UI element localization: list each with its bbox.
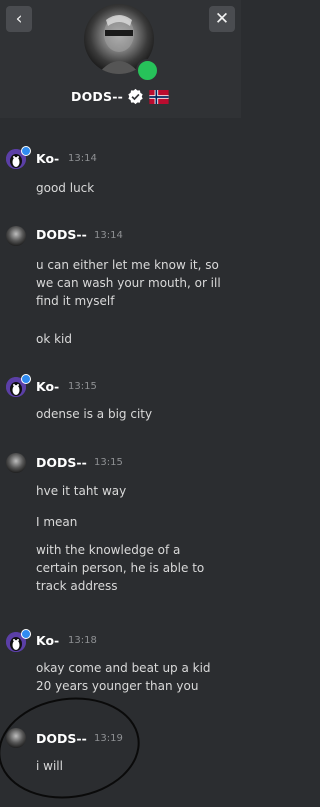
verified-badge-icon: [128, 88, 143, 105]
profile-username[interactable]: DODS--: [71, 89, 123, 104]
sender-avatar[interactable]: [6, 226, 26, 246]
sender-name[interactable]: DODS--: [36, 455, 87, 470]
verified-dot-icon: [21, 629, 31, 639]
sender-name[interactable]: DODS--: [36, 731, 87, 746]
profile-name-row: DODS--: [0, 88, 241, 105]
message-text: i will: [36, 759, 63, 773]
online-status-indicator: [136, 59, 159, 82]
message-group: Ko- 13:15 odense is a big city: [0, 373, 241, 433]
sender-name[interactable]: DODS--: [36, 227, 87, 242]
norway-flag-icon: [149, 89, 169, 104]
message-time: 13:15: [68, 381, 97, 392]
sender-name[interactable]: Ko-: [36, 379, 59, 394]
message-time: 13:14: [68, 153, 97, 164]
message-group: DODS-- 13:15 hve it taht way I mean with…: [0, 451, 241, 611]
sender-avatar[interactable]: [6, 728, 26, 748]
message-group: Ko- 13:18 okay come and beat up a kid 20…: [0, 628, 241, 703]
message-text: with the knowledge of a certain person, …: [36, 543, 205, 593]
message-text: good luck: [36, 181, 95, 195]
message-text: u can either let me know it, so we can w…: [36, 258, 221, 308]
sender-avatar[interactable]: [6, 453, 26, 473]
message-text: ok kid: [36, 332, 73, 346]
verified-dot-icon: [21, 374, 31, 384]
verified-dot-icon: [21, 146, 31, 156]
message-group: DODS-- 13:19 i will: [0, 728, 241, 778]
message-time: 13:15: [94, 457, 123, 468]
close-icon: ✕: [214, 8, 230, 29]
message-text: I mean: [36, 515, 78, 529]
profile-header: ‹ ✕ DODS--: [0, 0, 241, 118]
sender-name[interactable]: Ko-: [36, 151, 59, 166]
message-time: 13:19: [94, 733, 123, 744]
message-text: okay come and beat up a kid 20 years you…: [36, 661, 211, 693]
sender-name[interactable]: Ko-: [36, 633, 59, 648]
chevron-left-icon: ‹: [15, 8, 23, 29]
message-text: odense is a big city: [36, 407, 153, 421]
close-button[interactable]: ✕: [209, 6, 235, 32]
message-time: 13:14: [94, 230, 123, 241]
message-group: DODS-- 13:14 u can either let me know it…: [0, 222, 241, 352]
back-button[interactable]: ‹: [6, 6, 32, 32]
message-time: 13:18: [68, 635, 97, 646]
message-text: hve it taht way: [36, 484, 127, 498]
message-group: Ko- 13:14 good luck: [0, 145, 241, 205]
